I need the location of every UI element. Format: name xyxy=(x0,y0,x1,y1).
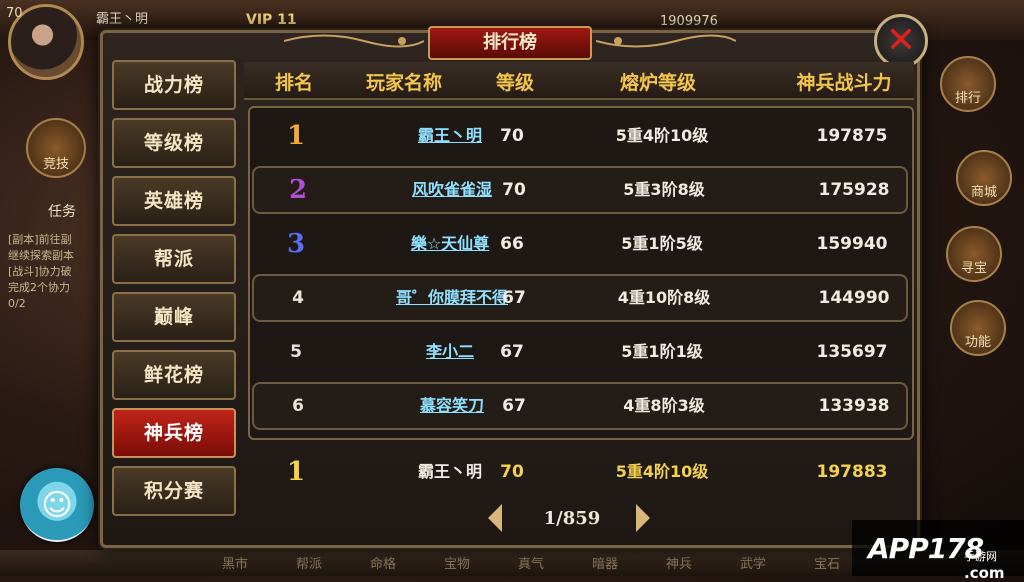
level-cell: 66 xyxy=(500,234,524,254)
bottom-menu-item[interactable]: 真气 xyxy=(518,553,544,572)
mascot-icon: ☺ xyxy=(41,487,73,523)
gold-amount: 1909976 xyxy=(660,14,718,29)
my-rank: 1 xyxy=(286,457,306,487)
shop-button[interactable]: 商城 xyxy=(956,150,1012,206)
level-cell: 67 xyxy=(500,342,524,362)
header-level: 等级 xyxy=(495,72,534,94)
level-cell: 67 xyxy=(502,396,526,416)
close-button[interactable]: ✕ xyxy=(874,14,928,68)
watermark-sub-text: 手游网 xyxy=(964,550,997,563)
table-row[interactable]: 6 慕容笑刀 67 4重8阶3级 133938 xyxy=(252,382,908,430)
tab-divine-weapon[interactable]: 神兵榜 xyxy=(112,408,236,458)
furnace-cell: 5重4阶10级 xyxy=(615,126,709,145)
tab-level[interactable]: 等级榜 xyxy=(112,118,236,168)
furnace-cell: 5重1阶5级 xyxy=(621,234,703,253)
table-row[interactable]: 5 李小二 67 5重1阶1级 135697 xyxy=(252,328,908,376)
tab-heroes[interactable]: 英雄榜 xyxy=(112,176,236,226)
power-cell: 175928 xyxy=(818,180,890,200)
level-cell: 70 xyxy=(502,180,526,200)
bottom-menu-item[interactable]: 宝物 xyxy=(444,553,470,572)
function-button-label: 功能 xyxy=(964,335,991,350)
function-button[interactable]: 功能 xyxy=(950,300,1006,356)
player-name: 霸王丶明 xyxy=(96,12,149,27)
power-cell: 135697 xyxy=(816,342,888,362)
tab-combat-power[interactable]: 战力榜 xyxy=(112,60,236,110)
task-label: 任务 xyxy=(48,204,76,220)
furnace-cell: 4重10阶8级 xyxy=(617,288,711,307)
vip-badge[interactable]: VIP 11 xyxy=(246,12,297,28)
power-cell: 133938 xyxy=(818,396,890,416)
arrow-left-icon[interactable] xyxy=(488,504,502,532)
furnace-cell: 5重1阶1级 xyxy=(621,342,703,361)
bottom-menu-item[interactable]: 黑市 xyxy=(222,553,248,572)
rank-cell: 5 xyxy=(290,342,302,362)
task-line: 0/2 xyxy=(8,297,26,310)
rank-cell: 4 xyxy=(292,288,304,308)
header-player-name: 玩家名称 xyxy=(365,72,442,94)
arena-button-label: 竞技 xyxy=(42,157,69,172)
header-furnace-level: 熔炉等级 xyxy=(619,72,696,94)
table-row[interactable]: 2 风吹雀雀湿 70 5重3阶8级 175928 xyxy=(252,166,908,214)
table-header: 排名 玩家名称 等级 熔炉等级 神兵战斗力 xyxy=(244,62,914,100)
power-cell: 159940 xyxy=(816,234,888,254)
table-row[interactable]: 3 樂☆天仙尊 66 5重1阶5级 159940 xyxy=(252,220,908,268)
header-rank: 排名 xyxy=(274,72,313,94)
treasure-button[interactable]: 寻宝 xyxy=(946,226,1002,282)
furnace-cell: 4重8阶3级 xyxy=(623,396,705,415)
power-cell: 144990 xyxy=(818,288,890,308)
bottom-menu-item[interactable]: 神兵 xyxy=(666,553,692,572)
level-cell: 67 xyxy=(502,288,526,308)
task-tracker[interactable]: 任务 [副本]前往副 继续探索副本 [战斗]协力破 完成2个协力 0/2 xyxy=(8,204,98,312)
bottom-menu-item[interactable]: 暗器 xyxy=(592,553,618,572)
tab-flowers[interactable]: 鲜花榜 xyxy=(112,350,236,400)
bottom-menu-item[interactable]: 武学 xyxy=(740,553,766,572)
tab-peak[interactable]: 巅峰 xyxy=(112,292,236,342)
task-line: [战斗]协力破 xyxy=(8,265,72,278)
panel-title: 排行榜 xyxy=(428,26,592,60)
task-line: [副本]前往副 xyxy=(8,233,72,246)
rank-shortcut-label: 排行 xyxy=(954,91,981,106)
watermark-sub: 手游网 .com xyxy=(964,548,1005,582)
my-power: 197883 xyxy=(816,462,888,482)
page-indicator: 1/859 xyxy=(543,508,601,529)
my-ranking-row: 1 霸王丶明 70 5重4阶10级 197883 xyxy=(252,448,908,496)
bottom-menu-item[interactable]: 命格 xyxy=(370,553,396,572)
rank-cell: 3 xyxy=(286,229,306,259)
bottom-menu-item[interactable]: 帮派 xyxy=(296,553,322,572)
task-line: 继续探索副本 xyxy=(8,249,74,262)
title-ornament-left-icon xyxy=(284,34,424,48)
power-cell: 197875 xyxy=(816,126,888,146)
watermark-domain: .com xyxy=(964,564,1005,582)
arena-button[interactable]: 竞技 xyxy=(26,118,86,178)
task-line: 完成2个协力 xyxy=(8,281,70,294)
assistant-mascot-button[interactable]: ☺ xyxy=(20,468,94,542)
rank-shortcut-button[interactable]: 排行 xyxy=(940,56,996,112)
table-row[interactable]: 1 霸王丶明 70 5重4阶10级 197875 xyxy=(252,112,908,160)
pagination: 1/859 xyxy=(480,500,670,536)
player-level: 70 xyxy=(6,6,23,21)
header-weapon-power: 神兵战斗力 xyxy=(796,72,892,94)
shop-button-label: 商城 xyxy=(970,185,997,200)
title-ornament-right-icon xyxy=(596,34,736,48)
furnace-cell: 5重3阶8级 xyxy=(623,180,705,199)
treasure-button-label: 寻宝 xyxy=(960,261,987,276)
rank-cell: 2 xyxy=(288,175,308,205)
arrow-right-icon[interactable] xyxy=(636,504,650,532)
level-cell: 70 xyxy=(500,126,524,146)
tab-guild[interactable]: 帮派 xyxy=(112,234,236,284)
bottom-menu-item[interactable]: 宝石 xyxy=(814,553,840,572)
rank-cell: 6 xyxy=(292,396,304,416)
table-row[interactable]: 4 哥゜你膜拜不得 67 4重10阶8级 144990 xyxy=(252,274,908,322)
rank-cell: 1 xyxy=(286,121,306,151)
tab-points-match[interactable]: 积分赛 xyxy=(112,466,236,516)
close-x-icon: ✕ xyxy=(885,20,917,61)
my-furnace: 5重4阶10级 xyxy=(615,462,709,481)
my-level: 70 xyxy=(500,462,524,482)
